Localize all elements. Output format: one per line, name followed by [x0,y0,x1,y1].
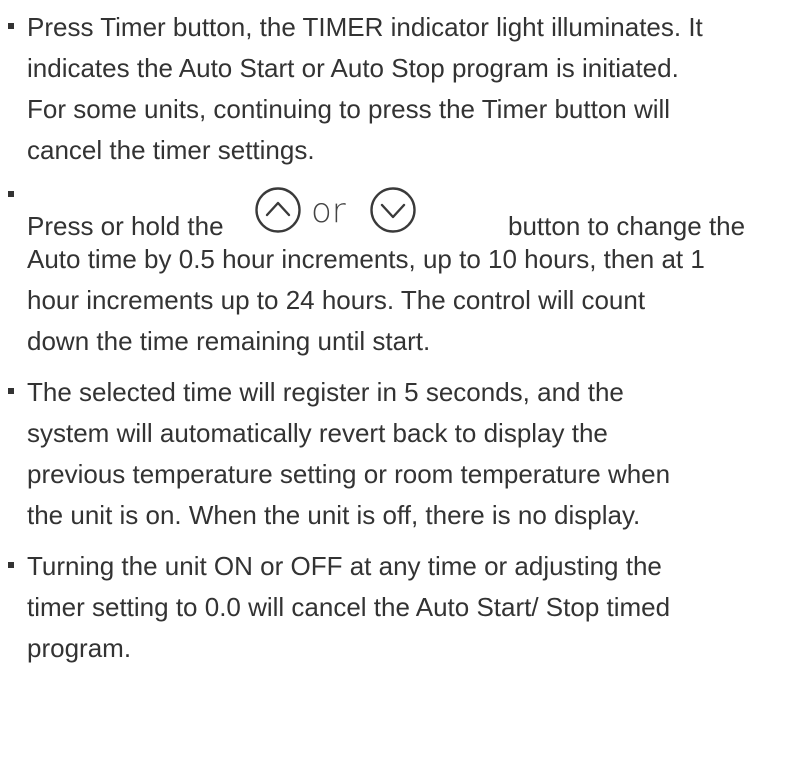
text-line: cancel the timer settings. [27,135,315,165]
text-line: indicates the Auto Start or Auto Stop pr… [27,53,679,83]
bullet-marker [8,562,14,568]
text-line: program. [27,633,132,663]
text-line: Press Timer button, the TIMER indicator … [27,12,703,42]
list-item: Turning the unit ON or OFF at any time o… [0,536,795,669]
bullet-marker [8,388,14,394]
item-text: Turning the unit ON or OFF at any time o… [27,546,795,669]
text-line: down the time remaining until start. [27,326,431,356]
text-line: timer setting to 0.0 will cancel the Aut… [27,592,671,622]
text-line: For some units, continuing to press the … [27,94,671,124]
text-line: The selected time will register in 5 sec… [27,377,624,407]
bullet-marker [8,23,14,29]
text-line: system will automatically revert back to… [27,418,608,448]
item-text: The selected time will register in 5 sec… [27,372,795,536]
bullet-marker [8,191,14,197]
or-label: or [311,191,346,231]
list-item: Press or hold the or button to change th… [0,186,795,362]
item-text: Auto time by 0.5 hour increments, up to … [27,239,795,362]
button-instruction-line: Press or hold the or button to change th… [27,186,795,243]
text-line: Press or hold the [27,211,224,241]
text-line: the unit is on. When the unit is off, th… [27,500,641,530]
text-line: button to change the [508,211,746,241]
chevron-up-circle-icon [255,187,301,233]
text-line: previous temperature setting or room tem… [27,459,671,489]
item-text: Press Timer button, the TIMER indicator … [27,7,795,171]
text-line: Turning the unit ON or OFF at any time o… [27,551,662,581]
list-item: The selected time will register in 5 sec… [0,362,795,536]
text-line: hour increments up to 24 hours. The cont… [27,285,646,315]
chevron-down-circle-icon [370,187,416,233]
list-item: Press Timer button, the TIMER indicator … [0,0,795,171]
instruction-list: Press Timer button, the TIMER indicator … [0,0,795,669]
